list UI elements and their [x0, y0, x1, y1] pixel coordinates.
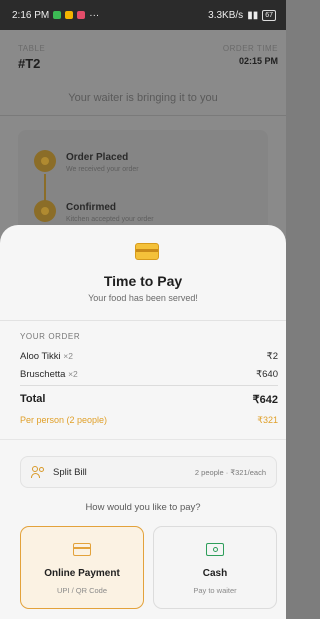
order-time-label: ORDER TIME [222, 44, 278, 53]
item-qty: ×2 [68, 369, 78, 379]
notification-icon [53, 11, 62, 19]
payment-option-subtitle: UPI / QR Code [56, 586, 108, 595]
per-person-row: Per person (2 people) ₹321 [20, 415, 278, 426]
item-name: Bruschetta [20, 369, 66, 380]
item-price: ₹640 [256, 369, 278, 380]
step-confirmed: Confirmed Kitchen accepted your order [34, 200, 154, 223]
item-qty: ×2 [63, 351, 73, 361]
order-item-row: Aloo Tikki ×2 ₹2 [20, 351, 278, 362]
credit-card-icon [135, 243, 159, 260]
divider [0, 439, 286, 440]
cash-icon [206, 543, 224, 556]
notification-icon [65, 11, 74, 19]
item-price: ₹2 [266, 351, 278, 362]
sheet-title: Time to Pay [103, 273, 183, 289]
divider [0, 320, 286, 321]
payment-sheet: Time to Pay Your food has been served! Y… [0, 225, 286, 619]
step-subtitle: We received your order [66, 166, 139, 173]
status-bar: 2:16 PM ··· 3.3KB/s ▮▮ 67 [0, 0, 286, 30]
step-title: Order Placed [66, 152, 129, 163]
item-name: Aloo Tikki [20, 351, 61, 362]
payment-option-title: Cash [202, 568, 228, 579]
step-check-icon [34, 150, 56, 172]
credit-card-icon [73, 543, 91, 556]
battery-icon: 67 [262, 9, 276, 21]
per-person-label: Per person (2 people) [20, 415, 108, 425]
payment-option-title: Online Payment [44, 568, 120, 579]
split-bill-button[interactable]: Split Bill 2 people · ₹321/each [20, 456, 277, 488]
signal-icon: ▮▮ [247, 9, 259, 21]
table-label: TABLE [18, 44, 46, 53]
total-label: Total [20, 393, 46, 405]
step-check-icon [34, 200, 56, 222]
total-value: ₹642 [252, 394, 278, 406]
cash-payment-button[interactable]: Cash Pay to waiter [153, 526, 277, 609]
divider [0, 115, 286, 116]
table-number: #T2 [18, 56, 41, 71]
more-notifications-icon: ··· [89, 9, 100, 21]
network-speed: 3.3KB/s [208, 9, 244, 21]
order-time: 02:15 PM [238, 56, 278, 66]
waiter-message: Your waiter is bringing it to you [68, 92, 218, 104]
notification-icon [77, 11, 86, 19]
step-subtitle: Kitchen accepted your order [66, 216, 154, 223]
divider [20, 385, 278, 386]
people-icon [31, 466, 45, 478]
order-item-row: Bruschetta ×2 ₹640 [20, 369, 278, 380]
total-row: Total ₹642 [20, 393, 278, 406]
split-bill-label: Split Bill [53, 466, 87, 478]
split-bill-info: 2 people · ₹321/each [194, 467, 266, 477]
order-section-label: YOUR ORDER [20, 332, 81, 341]
sheet-subtitle: Your food has been served! [88, 293, 198, 303]
payment-option-subtitle: Pay to waiter [193, 586, 237, 595]
pay-question: How would you like to pay? [85, 502, 201, 513]
status-time: 2:16 PM [12, 9, 50, 21]
step-title: Confirmed [66, 202, 116, 213]
step-order-placed: Order Placed We received your order [34, 150, 139, 173]
per-person-value: ₹321 [257, 415, 278, 425]
online-payment-button[interactable]: Online Payment UPI / QR Code [20, 526, 144, 609]
